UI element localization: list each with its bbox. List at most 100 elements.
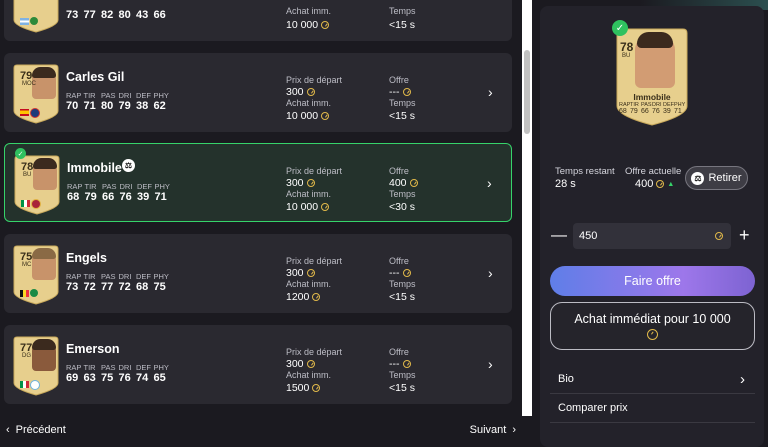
coin-icon [321, 21, 330, 29]
chevron-left-icon: ‹ [6, 424, 10, 436]
chevron-right-icon[interactable]: › [488, 84, 500, 100]
scrollbar-thumb[interactable] [524, 50, 530, 134]
buy-now-button[interactable]: Achat immédiat pour 10 000 [550, 302, 755, 350]
coin-icon [321, 203, 330, 211]
detail-panel: ✓ 78 BU Immobile RAP TIR PAS DRI DEF PHY 68 79… [540, 6, 764, 447]
previous-label: Précédent [15, 424, 66, 436]
card-position: MOC [22, 81, 36, 87]
nation-flag-icon [20, 18, 29, 25]
player-name: Carles Gil [66, 70, 125, 84]
player-hair [32, 67, 56, 78]
nation-flag-icon [20, 290, 29, 297]
start-price-label: Prix de départ [286, 75, 343, 85]
coin-icon [402, 360, 411, 368]
start-price-value: 300 [286, 267, 315, 279]
bid-amount-input[interactable]: 450 [573, 223, 731, 249]
player-card: 77 DG [11, 333, 61, 397]
player-card: 79 MOC [11, 61, 61, 125]
offer-label: Offre [389, 347, 409, 357]
coin-icon [306, 269, 315, 277]
buy-now-label: Achat imm. [286, 370, 332, 380]
coin-icon [306, 88, 315, 96]
stat-values: 68 79 66 76 39 71 [67, 191, 167, 203]
buy-now-value: 10 000 [286, 19, 330, 31]
arrow-up-icon: ▲ [667, 180, 675, 188]
coin-icon [715, 232, 723, 240]
start-price-value: 300 [286, 177, 315, 189]
stat-values: 73 77 82 80 43 66 [66, 9, 166, 21]
bid-amount-value: 450 [579, 230, 598, 242]
coin-icon [312, 293, 321, 301]
buy-now-label: Achat imm. [286, 279, 332, 289]
list-item[interactable]: 73 77 82 80 43 66 Achat imm. 10 000 Temps <15… [4, 0, 512, 41]
buy-now-label: Achat imm. [286, 189, 332, 199]
list-item[interactable]: 75 MC Engels RAP TIR PAS DRI DEF PHY 73 72 77 72… [4, 234, 512, 313]
nation-flag-icon [20, 381, 29, 388]
player-card: 78 BU ✓ [12, 148, 62, 216]
time-value: <15 s [389, 291, 415, 303]
card-stat-values: 68 79 66 76 39 71 [619, 108, 682, 115]
time-label: Temps [389, 6, 416, 16]
player-name: Engels [66, 251, 107, 265]
nation-flag-icon [21, 200, 30, 207]
bio-label: Bio [558, 373, 574, 385]
retire-button[interactable]: ⚖ Retirer [685, 166, 748, 190]
list-item-selected[interactable]: 78 BU ✓ Immobile ⚖ RAP TIR PAS DRI DEF PHY 68… [4, 143, 512, 222]
stat-headers: RAP TIR PAS DRI DEF PHY [66, 272, 169, 281]
coin-icon [402, 88, 411, 96]
list-item[interactable]: 79 MOC Carles Gil RAP TIR PAS DRI DEF PHY 70 7… [4, 53, 512, 132]
stat-values: 73 72 77 72 68 75 [66, 281, 166, 293]
card-player-name: Immobile [633, 92, 671, 102]
chevron-right-icon: › [512, 424, 516, 436]
coin-icon [656, 180, 665, 188]
coin-icon [312, 384, 321, 392]
offer-label: Offre [389, 256, 409, 266]
coin-icon [306, 179, 315, 187]
offer-label: Offre [389, 75, 409, 85]
chevron-right-icon[interactable]: › [487, 175, 499, 191]
time-label: Temps [389, 279, 416, 289]
transfer-list: 73 77 82 80 43 66 Achat imm. 10 000 Temps <15… [0, 0, 522, 418]
previous-page-button[interactable]: ‹ Précédent [6, 424, 66, 436]
club-badge-icon [30, 289, 38, 297]
current-offer-value: 400 ▲ [635, 178, 675, 190]
buy-now-value: 1500 [286, 382, 321, 394]
buy-now-value: 10 000 [286, 110, 330, 122]
stat-headers: RAP TIR PAS DRI DEF PHY [66, 363, 169, 372]
offer-value: --- [389, 86, 411, 98]
coin-icon [402, 269, 411, 277]
club-badge-icon [30, 17, 38, 25]
time-label: Temps [389, 98, 416, 108]
divider [550, 422, 755, 423]
coin-icon [647, 329, 658, 340]
club-badge-icon [31, 199, 41, 209]
compare-price-label: Comparer prix [558, 402, 628, 414]
start-price-label: Prix de départ [286, 256, 343, 266]
decrease-bid-button[interactable]: — [551, 227, 567, 245]
chevron-right-icon[interactable]: › [488, 356, 500, 372]
compare-price-menu-item[interactable]: Comparer prix [550, 394, 755, 422]
card-position: BU [622, 53, 631, 59]
offer-value: 400 [389, 177, 418, 189]
card-position: BU [23, 172, 32, 178]
bio-menu-item[interactable]: Bio › [550, 365, 755, 393]
next-label: Suivant [469, 424, 507, 436]
player-card [11, 0, 61, 34]
chevron-right-icon[interactable]: › [488, 265, 500, 281]
next-page-button[interactable]: Suivant › [470, 424, 516, 436]
player-hair [33, 158, 57, 169]
offer-value: --- [389, 267, 411, 279]
buy-now-label: Achat imm. [286, 6, 332, 16]
make-offer-button[interactable]: Faire offre [550, 266, 755, 296]
club-badge-icon [30, 108, 40, 118]
stat-values: 69 63 75 76 74 65 [66, 372, 166, 384]
time-value: <15 s [389, 19, 415, 31]
increase-bid-button[interactable]: + [739, 225, 750, 246]
coin-icon [306, 360, 315, 368]
time-value: <15 s [389, 382, 415, 394]
buy-now-label: Achat imm. [286, 98, 332, 108]
list-item[interactable]: 77 DG Emerson RAP TIR PAS DRI DEF PHY 69 63 75 7… [4, 325, 512, 404]
buy-now-value: 10 000 [286, 201, 330, 213]
start-price-value: 300 [286, 86, 315, 98]
start-price-value: 300 [286, 358, 315, 370]
